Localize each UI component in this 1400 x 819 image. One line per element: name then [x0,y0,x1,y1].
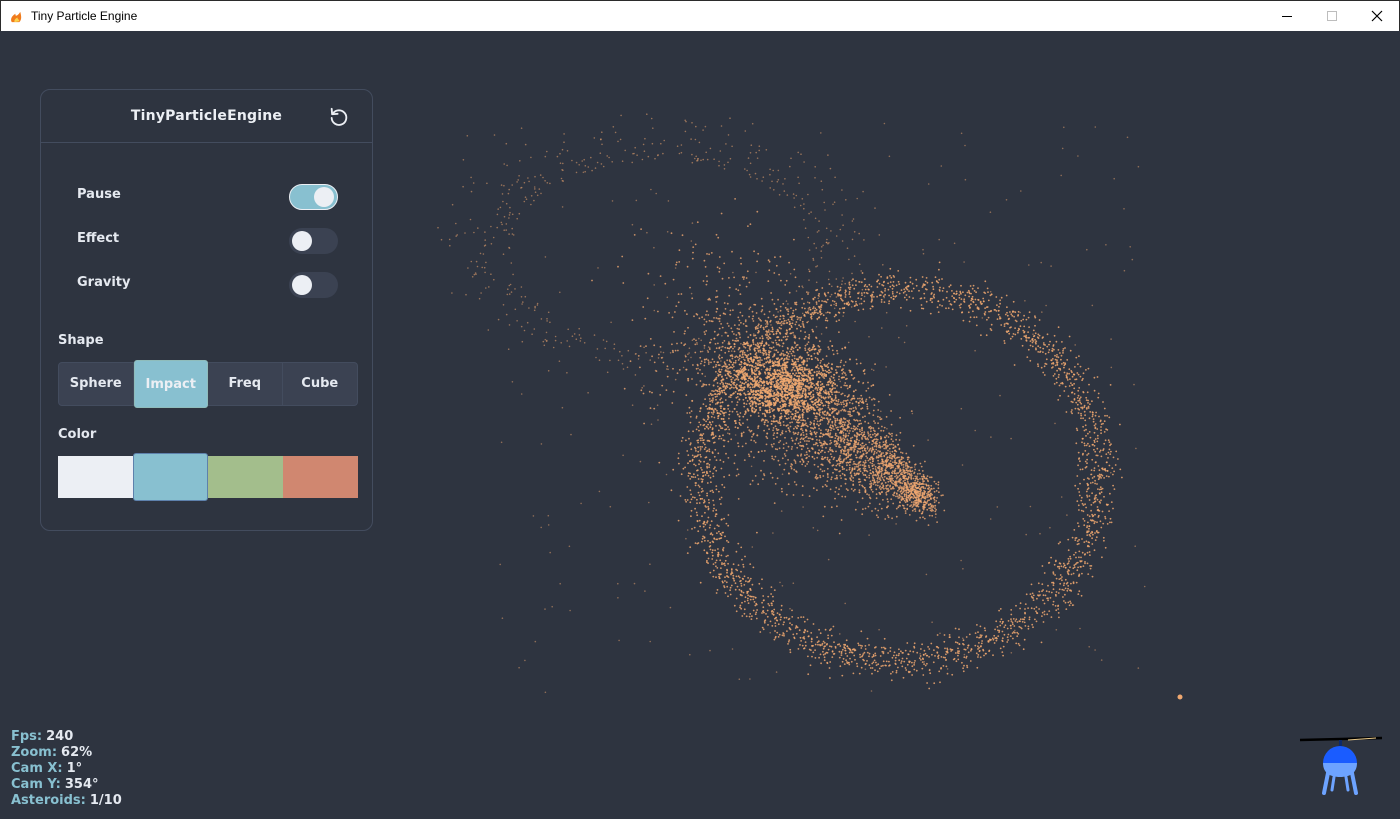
control-panel: TinyParticleEngine Pause Effect Gravity … [40,89,373,531]
camx-stat: Cam X: 1° [11,761,122,777]
maximize-button[interactable] [1309,1,1355,31]
color-swatch-green[interactable] [208,456,283,498]
stats-overlay: Fps: 240 Zoom: 62% Cam X: 1° Cam Y: 354° Ast… [11,729,122,809]
effect-label: Effect [77,231,120,246]
maximize-icon [1327,11,1337,21]
shape-freq-button[interactable]: Freq [208,363,283,405]
camx-label: Cam X: [11,761,63,776]
minimize-button[interactable] [1264,1,1310,31]
render-viewport[interactable]: TinyParticleEngine Pause Effect Gravity … [0,31,1400,819]
camx-value: 1° [66,761,83,776]
color-label: Color [58,427,97,442]
toggle-knob [314,187,334,207]
shape-cube-button[interactable]: Cube [283,363,358,405]
toggle-knob [292,231,312,251]
pause-toggle[interactable] [289,184,338,210]
reset-icon[interactable] [328,106,350,128]
color-swatch-orange[interactable] [283,456,358,498]
color-swatch-blue[interactable] [133,453,208,501]
fps-label: Fps: [11,729,43,744]
zoom-stat: Zoom: 62% [11,745,122,761]
asteroids-stat: Asteroids: 1/10 [11,793,122,809]
camy-value: 354° [64,777,99,792]
minimize-icon [1282,16,1292,17]
zoom-value: 62% [61,745,93,760]
zoom-label: Zoom: [11,745,58,760]
effect-toggle[interactable] [289,228,338,254]
color-selector [58,453,358,501]
camy-stat: Cam Y: 354° [11,777,122,793]
gravity-label: Gravity [77,275,131,290]
panel-title: TinyParticleEngine [130,108,283,124]
shape-sphere-button[interactable]: Sphere [59,363,134,405]
asteroids-label: Asteroids: [11,793,86,808]
toggle-knob [292,275,312,295]
close-icon [1371,10,1383,22]
fps-value: 240 [46,729,74,744]
shape-label: Shape [58,333,104,348]
asteroids-value: 1/10 [89,793,122,808]
camy-label: Cam Y: [11,777,61,792]
gravity-toggle[interactable] [289,272,338,298]
panel-header: TinyParticleEngine [41,90,372,143]
title-bar[interactable]: Tiny Particle Engine [0,0,1400,31]
close-button[interactable] [1354,1,1400,31]
shape-selector: Sphere Impact Freq Cube [58,360,358,408]
app-window: Tiny Particle Engine TinyParticleEngine … [0,0,1400,819]
fps-stat: Fps: 240 [11,729,122,745]
window-title: Tiny Particle Engine [31,9,138,23]
pause-label: Pause [77,187,121,202]
color-swatch-white[interactable] [58,456,133,498]
helicopter-icon [1299,736,1383,795]
shape-impact-button[interactable]: Impact [133,360,208,408]
flame-icon [11,11,22,23]
